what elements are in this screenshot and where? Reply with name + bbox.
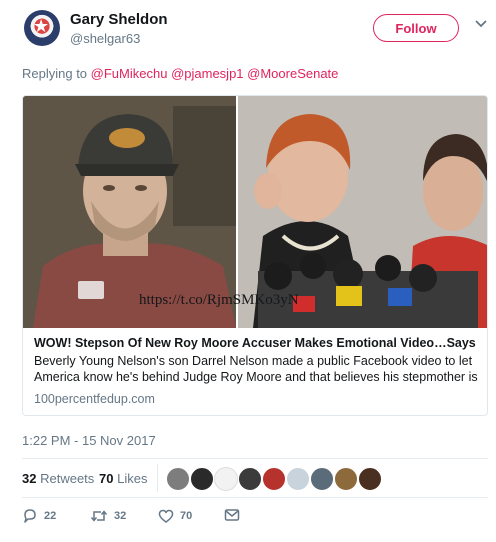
card-domain[interactable]: 100percentfedup.com <box>34 392 155 406</box>
follow-button[interactable]: Follow <box>373 14 459 42</box>
card-description: Beverly Young Nelson's son Darrel Nelson… <box>34 354 478 384</box>
retweets-label: Retweets <box>40 471 95 486</box>
reply-count: 22 <box>44 510 57 522</box>
mention-link[interactable]: @FuMikechu <box>91 66 168 81</box>
mention-link[interactable]: @pjamesjp1 <box>171 66 243 81</box>
tco-link[interactable]: https://t.co/RjmSMKo3yN <box>139 292 299 309</box>
liker-avatar[interactable] <box>286 467 310 491</box>
card-title[interactable]: WOW! Stepson Of New Roy Moore Accuser Ma… <box>34 336 479 350</box>
reply-context: Replying to @FuMikechu @pjamesjp1 @Moore… <box>22 66 338 81</box>
heart-icon <box>158 509 174 523</box>
liker-avatar[interactable] <box>310 467 334 491</box>
retweet-count: 32 <box>114 510 127 522</box>
reply-action[interactable]: 22 <box>22 508 56 524</box>
link-card[interactable]: WOW! Stepson Of New Roy Moore Accuser Ma… <box>22 95 488 416</box>
likes-label: Likes <box>117 471 148 486</box>
liker-avatar[interactable] <box>334 467 358 491</box>
like-count: 70 <box>180 510 193 522</box>
liker-avatar[interactable] <box>166 467 190 491</box>
avatar[interactable]: ★ <box>24 10 60 46</box>
reply-icon <box>24 509 36 523</box>
envelope-icon <box>224 509 240 521</box>
like-action[interactable]: 70 <box>158 508 192 524</box>
direct-message-action[interactable] <box>224 508 246 522</box>
liker-avatar[interactable] <box>214 467 238 491</box>
reply-prefix: Replying to <box>22 66 88 81</box>
liker-avatar[interactable] <box>238 467 262 491</box>
liker-avatar[interactable] <box>190 467 214 491</box>
display-name[interactable]: Gary Sheldon <box>70 11 168 28</box>
divider <box>22 497 488 498</box>
chevron-down-icon[interactable] <box>474 16 488 32</box>
stats-divider <box>157 464 158 492</box>
retweet-action[interactable]: 32 <box>90 508 126 524</box>
retweets-count: 32 <box>22 471 37 486</box>
likes-count: 70 <box>99 471 114 486</box>
user-handle[interactable]: @shelgar63 <box>70 31 140 46</box>
mention-link[interactable]: @MooreSenate <box>247 66 338 81</box>
retweet-icon <box>90 510 108 522</box>
divider <box>22 458 488 459</box>
liker-avatar[interactable] <box>262 467 286 491</box>
star-icon: ★ <box>33 16 50 36</box>
likes-stat[interactable]: 70 Likes <box>99 471 147 486</box>
tweet-timestamp[interactable]: 1:22 PM - 15 Nov 2017 <box>22 433 156 448</box>
retweets-stat[interactable]: 32 Retweets <box>22 471 94 486</box>
liker-avatar[interactable] <box>358 467 382 491</box>
